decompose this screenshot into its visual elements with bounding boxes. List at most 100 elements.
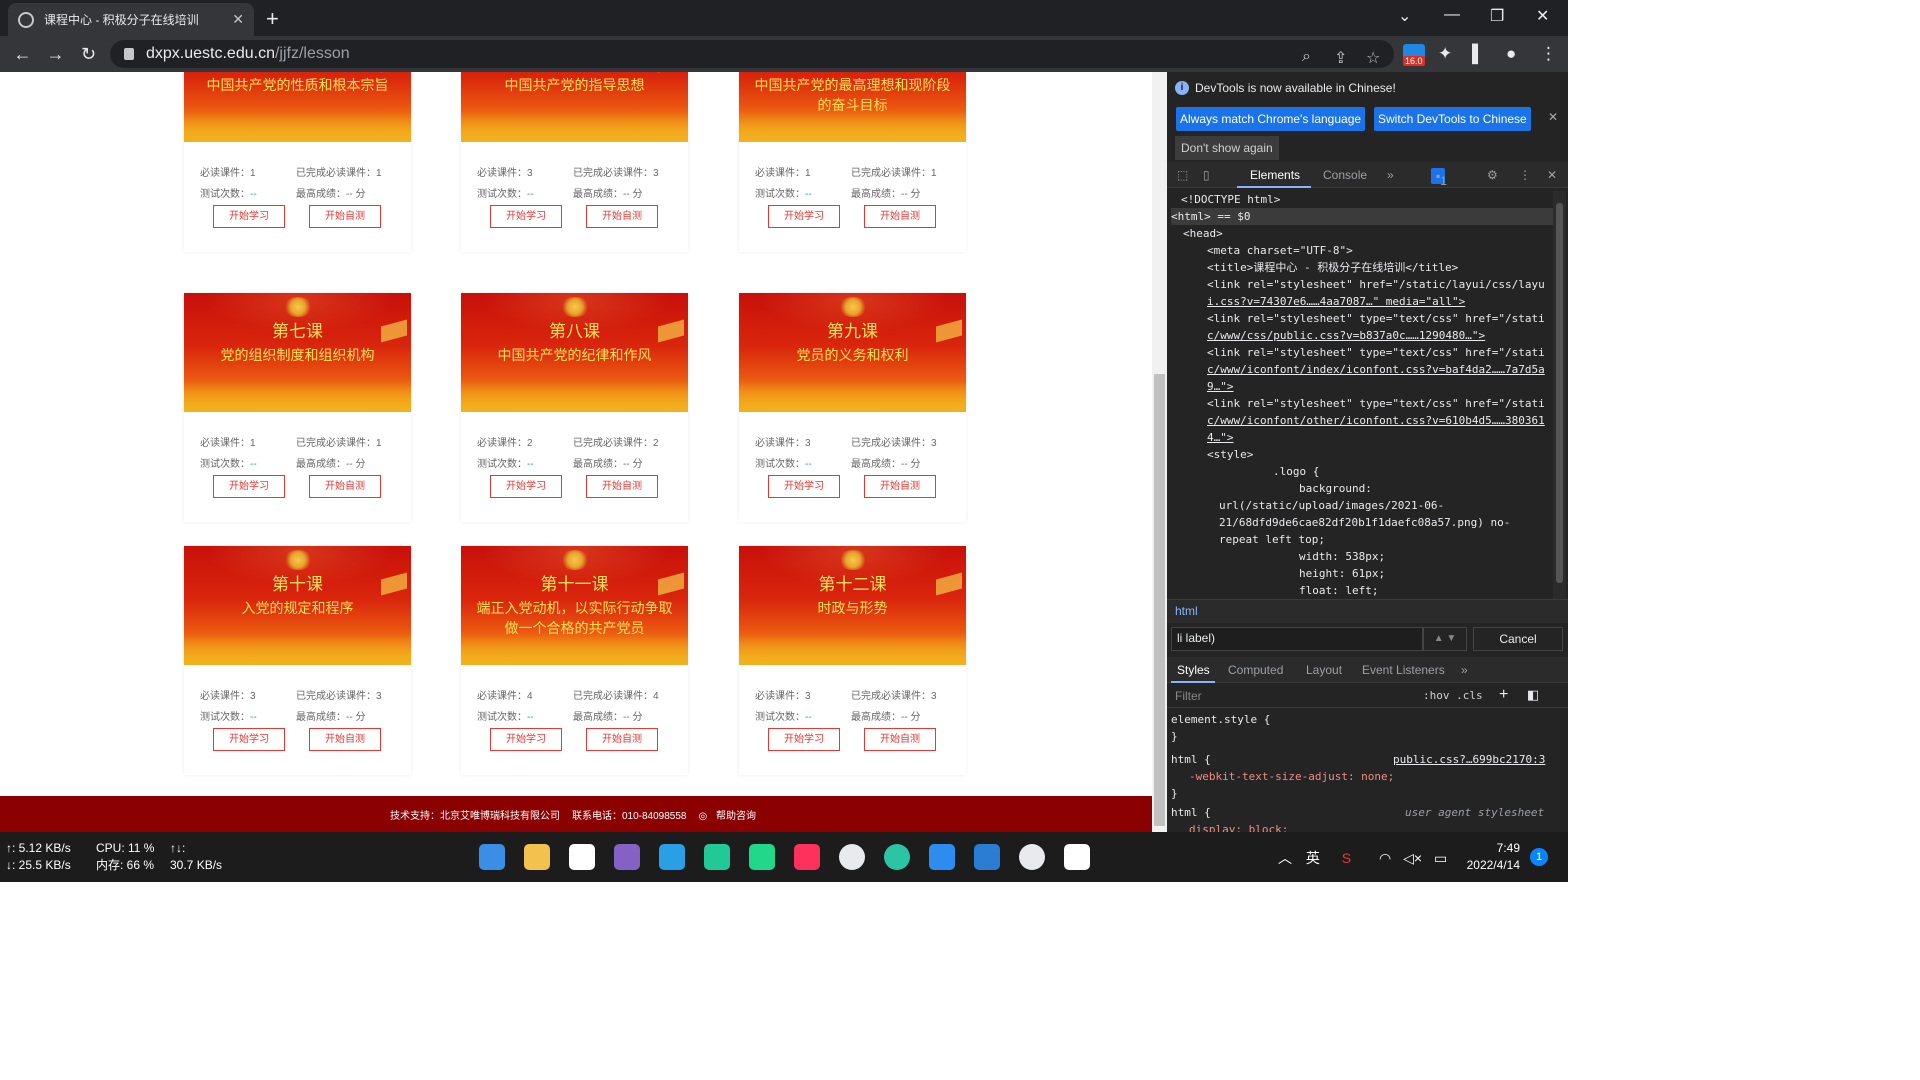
dom-node[interactable]: <title>课程中心 - 积极分子在线培训</title> bbox=[1207, 259, 1458, 276]
dom-node[interactable]: <link rel="stylesheet" href="/static/lay… bbox=[1207, 276, 1545, 293]
dom-node[interactable]: <html> == $0 bbox=[1171, 208, 1553, 225]
clion-icon[interactable] bbox=[704, 844, 730, 870]
share-icon[interactable]: ⇪ bbox=[1334, 48, 1347, 68]
style-rule-line[interactable]: element.style { bbox=[1171, 711, 1270, 728]
start-study-button[interactable]: 开始学习 bbox=[213, 205, 285, 228]
start-study-button[interactable]: 开始学习 bbox=[213, 728, 285, 751]
dom-node[interactable]: width: 538px; bbox=[1299, 548, 1385, 565]
inspect-icon[interactable]: ⬚ bbox=[1177, 168, 1188, 182]
tab-event-listeners[interactable]: Event Listeners bbox=[1362, 663, 1445, 677]
start-test-button[interactable]: 开始自测 bbox=[309, 475, 381, 498]
start-test-button[interactable]: 开始自测 bbox=[586, 475, 658, 498]
start-test-button[interactable]: 开始自测 bbox=[864, 728, 936, 751]
start-study-button[interactable]: 开始学习 bbox=[490, 475, 562, 498]
start-study-button[interactable]: 开始学习 bbox=[490, 205, 562, 228]
dom-node[interactable]: <link rel="stylesheet" type="text/css" h… bbox=[1207, 344, 1545, 361]
new-rule-icon[interactable]: + bbox=[1499, 686, 1508, 704]
reload-icon[interactable]: ↻ bbox=[72, 44, 105, 65]
dont-show-button[interactable]: Don't show again bbox=[1175, 136, 1279, 160]
extension-badge-icon[interactable]: 16.0 bbox=[1401, 42, 1427, 68]
wifi-icon[interactable]: ◠ bbox=[1379, 850, 1391, 866]
start-study-button[interactable]: 开始学习 bbox=[490, 728, 562, 751]
intellij-icon[interactable] bbox=[794, 844, 820, 870]
dom-node[interactable]: <head> bbox=[1183, 225, 1223, 242]
devtools-close-icon[interactable]: ✕ bbox=[1547, 168, 1557, 182]
vmware-icon[interactable] bbox=[929, 844, 955, 870]
style-rule-line[interactable]: html { bbox=[1171, 751, 1211, 768]
page-scrollbar[interactable] bbox=[1152, 72, 1167, 832]
style-rule-line[interactable]: } bbox=[1171, 785, 1178, 802]
tab-close-icon[interactable]: ✕ bbox=[232, 11, 244, 28]
start-test-button[interactable]: 开始自测 bbox=[309, 205, 381, 228]
style-rule-line[interactable]: html { bbox=[1171, 804, 1211, 821]
start-icon[interactable] bbox=[479, 844, 505, 870]
issues-badge[interactable]: ▪ 1 bbox=[1431, 168, 1447, 188]
course-banner[interactable]: 第十一课 端正入党动机，以实际行动争取做一个合格的共产党员 bbox=[461, 546, 688, 665]
start-study-button[interactable]: 开始学习 bbox=[213, 475, 285, 498]
back-icon[interactable]: ← bbox=[6, 44, 39, 65]
typora-icon[interactable] bbox=[1064, 844, 1090, 870]
settings-gear-icon[interactable]: ⚙ bbox=[1487, 168, 1498, 182]
pycharm-icon[interactable] bbox=[749, 844, 775, 870]
help-link[interactable]: ◎ 帮助咨询 bbox=[699, 807, 763, 822]
course-banner[interactable]: 第五课中国共产党的指导思想 bbox=[461, 72, 688, 142]
match-language-button[interactable]: Always match Chrome's language bbox=[1176, 107, 1366, 131]
dom-node[interactable]: 4…"> bbox=[1207, 429, 1234, 446]
dom-tree-scrollbar[interactable] bbox=[1553, 191, 1566, 599]
edge-icon[interactable] bbox=[884, 844, 910, 870]
start-test-button[interactable]: 开始自测 bbox=[586, 205, 658, 228]
tab-elements[interactable]: Elements bbox=[1250, 168, 1300, 182]
start-study-button[interactable]: 开始学习 bbox=[768, 475, 840, 498]
dom-node[interactable]: <meta charset="UTF-8"> bbox=[1207, 242, 1353, 259]
dom-node[interactable]: <link rel="stylesheet" type="text/css" h… bbox=[1207, 310, 1545, 327]
course-banner[interactable]: 第七课 党的组织制度和组织机构 bbox=[184, 293, 411, 412]
zoom-icon[interactable]: ⌕ bbox=[1302, 48, 1311, 66]
mute-icon[interactable]: ◁× bbox=[1403, 850, 1422, 866]
course-banner[interactable]: 第十二课 时政与形势 bbox=[739, 546, 966, 665]
dom-node[interactable]: c/www/iconfont/other/iconfont.css?v=610b… bbox=[1207, 412, 1545, 429]
dom-node[interactable]: <!DOCTYPE html> bbox=[1181, 191, 1280, 208]
dom-node[interactable]: 21/68dfd9de6cae82df20b1f1daefc08a57.png)… bbox=[1219, 514, 1510, 531]
dom-node[interactable]: background: bbox=[1299, 480, 1372, 497]
dom-node[interactable]: .logo { bbox=[1273, 463, 1319, 480]
dom-node[interactable]: float: left; bbox=[1299, 582, 1378, 599]
style-rule-line[interactable]: user agent stylesheet bbox=[1405, 804, 1544, 821]
tab-search-icon[interactable]: ⌄ bbox=[1398, 6, 1411, 26]
sogou-icon[interactable]: S bbox=[1342, 850, 1351, 866]
style-rule-line[interactable]: display: block; bbox=[1189, 821, 1288, 832]
breadcrumb-html[interactable]: html bbox=[1175, 604, 1198, 618]
banner-close-icon[interactable]: ✕ bbox=[1548, 110, 1558, 124]
dom-tree-scroll-thumb[interactable] bbox=[1556, 203, 1563, 583]
devtools-menu-icon[interactable]: ⋮ bbox=[1519, 168, 1531, 182]
device-toggle-icon[interactable]: ▯ bbox=[1203, 168, 1210, 182]
styles-filter[interactable]: Filter :hov .cls + ◧ bbox=[1167, 684, 1568, 708]
chrome-active-icon[interactable] bbox=[1019, 844, 1045, 870]
course-banner[interactable]: 第四课中国共产党的性质和根本宗旨 bbox=[184, 72, 411, 142]
hov-cls-toggle[interactable]: :hov .cls bbox=[1423, 689, 1483, 702]
dom-tree[interactable]: <!DOCTYPE html> <html> == $0 <head> <meta c… bbox=[1167, 191, 1553, 599]
start-test-button[interactable]: 开始自测 bbox=[586, 728, 658, 751]
search-cancel-button[interactable]: Cancel bbox=[1473, 627, 1563, 651]
file-explorer-icon[interactable] bbox=[524, 844, 550, 870]
start-study-button[interactable]: 开始学习 bbox=[768, 728, 840, 751]
dom-node[interactable]: 9…"> bbox=[1207, 378, 1234, 395]
dom-node[interactable]: c/www/iconfont/index/iconfont.css?v=baf4… bbox=[1207, 361, 1545, 378]
more-style-tabs-icon[interactable]: » bbox=[1461, 663, 1468, 677]
course-banner[interactable]: 第八课 中国共产党的纪律和作风 bbox=[461, 293, 688, 412]
dom-node[interactable]: repeat left top; bbox=[1219, 531, 1325, 548]
extensions-icon[interactable]: ✦ bbox=[1438, 44, 1452, 64]
notification-badge[interactable]: 1 bbox=[1530, 848, 1548, 866]
minimize-icon[interactable]: — bbox=[1444, 6, 1460, 24]
tab-computed[interactable]: Computed bbox=[1228, 663, 1283, 677]
dom-node[interactable]: url(/static/upload/images/2021-06- bbox=[1219, 497, 1444, 514]
chrome-icon[interactable] bbox=[839, 844, 865, 870]
tab-styles[interactable]: Styles bbox=[1177, 663, 1210, 677]
start-test-button[interactable]: 开始自测 bbox=[864, 205, 936, 228]
start-study-button[interactable]: 开始学习 bbox=[768, 205, 840, 228]
tray-chevron-icon[interactable]: ︿ bbox=[1278, 850, 1292, 866]
course-banner[interactable]: 第十课 入党的规定和程序 bbox=[184, 546, 411, 665]
clock[interactable]: 7:49 2022/4/14 bbox=[1466, 840, 1520, 874]
forward-icon[interactable]: → bbox=[39, 44, 72, 65]
restore-icon[interactable]: ❐ bbox=[1490, 6, 1504, 26]
side-panel-icon[interactable]: ▌ bbox=[1472, 44, 1484, 64]
